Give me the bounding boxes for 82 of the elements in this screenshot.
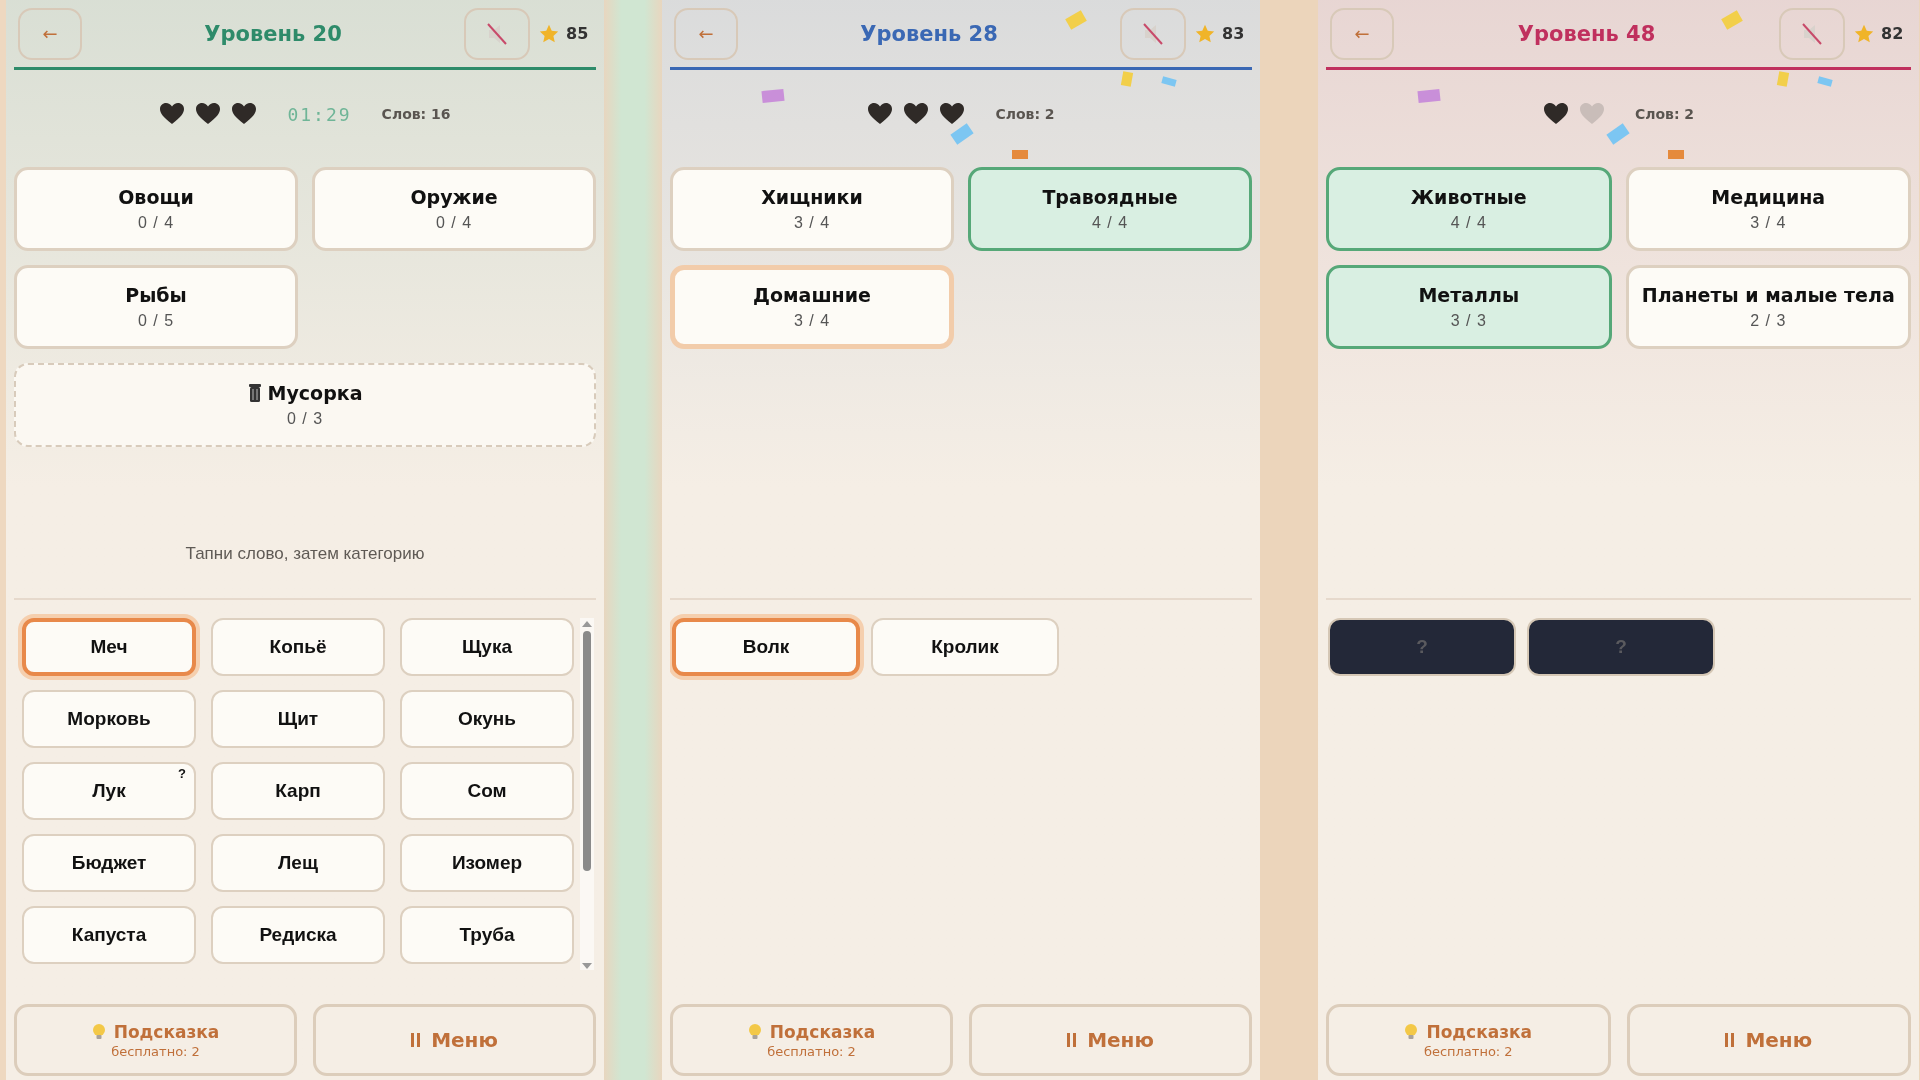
word-tile[interactable]: Капуста xyxy=(22,906,196,964)
trash-can-icon xyxy=(247,383,262,403)
category-progress: 4 / 4 xyxy=(1091,214,1129,232)
word-tile[interactable]: Окунь xyxy=(400,690,574,748)
category-card[interactable]: Домашние 3 / 4 xyxy=(670,265,954,349)
category-card[interactable]: Хищники 3 / 4 xyxy=(670,167,954,251)
word-tile[interactable]: Морковь xyxy=(22,690,196,748)
word-tile[interactable]: Лук ? xyxy=(22,762,196,820)
category-title: Овощи xyxy=(118,186,194,208)
category-progress: 3 / 4 xyxy=(1750,214,1787,232)
category-card[interactable]: Животные 4 / 4 xyxy=(1326,167,1612,251)
word-tile[interactable]: Кролик xyxy=(871,618,1059,676)
hint-label: Подсказка xyxy=(769,1021,876,1042)
category-title: Домашние xyxy=(753,284,871,306)
category-progress: 0 / 5 xyxy=(137,312,175,330)
pause-icon xyxy=(411,1032,422,1048)
category-progress: 0 / 4 xyxy=(137,214,175,232)
hint-remaining: бесплатно: 2 xyxy=(767,1043,856,1059)
light-bulb-icon xyxy=(747,1022,762,1041)
word-tile[interactable]: Карп xyxy=(211,762,385,820)
category-progress: 4 / 4 xyxy=(1450,214,1487,232)
category-card[interactable]: Оружие 0 / 4 xyxy=(312,167,596,251)
word-tile[interactable]: Труба xyxy=(400,906,574,964)
category-progress: 0 / 4 xyxy=(435,214,473,232)
pause-icon xyxy=(1725,1032,1736,1048)
category-card[interactable]: Травоядные 4 / 4 xyxy=(968,167,1252,251)
category-title: Мусорка xyxy=(267,382,363,404)
star-count: 85 xyxy=(566,24,589,43)
star-count: 82 xyxy=(1881,24,1904,43)
word-tile[interactable]: Бюджет xyxy=(22,834,196,892)
timer: 01:29 xyxy=(287,103,352,125)
sound-button[interactable] xyxy=(1120,7,1186,60)
hint-label: Подсказка xyxy=(113,1021,220,1042)
category-title: Оружие xyxy=(410,186,498,208)
category-card[interactable]: Планеты и малые тела 2 / 3 xyxy=(1625,265,1911,349)
category-title: Животные xyxy=(1410,186,1527,208)
category-progress: 3 / 4 xyxy=(793,312,831,330)
menu-label: Меню xyxy=(431,1028,498,1052)
hint-mark: ? xyxy=(178,766,186,781)
category-card[interactable]: Овощи 0 / 4 xyxy=(14,167,298,251)
category-title: Металлы xyxy=(1418,284,1520,306)
category-title: Медицина xyxy=(1711,186,1826,208)
category-progress: 3 / 4 xyxy=(793,214,831,232)
word-count: Слов: 2 xyxy=(1634,106,1695,122)
category-progress: 3 / 3 xyxy=(1450,312,1487,330)
word-count: Слов: 2 xyxy=(995,106,1055,122)
word-tile[interactable]: Изомер xyxy=(400,834,574,892)
word-tile[interactable]: Щука xyxy=(400,618,574,676)
instruction-text: Тапни слово, затем категорию xyxy=(185,544,425,564)
trash-category-card[interactable]: Мусорка 0 / 3 xyxy=(14,363,596,447)
menu-label: Меню xyxy=(1745,1028,1813,1052)
category-card[interactable]: Металлы 3 / 3 xyxy=(1326,265,1612,349)
word-tile[interactable]: Лещ xyxy=(211,834,385,892)
level-title: Уровень 48 xyxy=(1516,21,1657,46)
pause-icon xyxy=(1067,1032,1078,1048)
star-count: 83 xyxy=(1222,24,1245,43)
category-title: Рыбы xyxy=(125,284,187,306)
menu-label: Меню xyxy=(1087,1028,1154,1052)
level-title: Уровень 20 xyxy=(203,21,343,46)
light-bulb-icon xyxy=(91,1022,106,1041)
sound-button[interactable] xyxy=(1779,7,1845,60)
light-bulb-icon xyxy=(1404,1022,1419,1041)
scroll-down-icon[interactable] xyxy=(581,962,593,970)
hint-remaining: бесплатно: 2 xyxy=(111,1043,200,1059)
category-card[interactable]: Рыбы 0 / 5 xyxy=(14,265,298,349)
category-progress: 0 / 3 xyxy=(286,410,324,428)
hint-label: Подсказка xyxy=(1426,1021,1533,1042)
word-tile[interactable]: Сом xyxy=(400,762,574,820)
category-progress: 2 / 3 xyxy=(1750,312,1787,330)
word-tile[interactable]: Редиска xyxy=(211,906,385,964)
category-title: Хищники xyxy=(761,186,863,208)
scroll-up-icon[interactable] xyxy=(581,620,593,628)
level-title: Уровень 28 xyxy=(859,21,999,46)
hint-remaining: бесплатно: 2 xyxy=(1423,1043,1513,1059)
word-tile[interactable]: Копьё xyxy=(211,618,385,676)
category-title: Планеты и малые тела xyxy=(1641,284,1895,306)
sound-button[interactable] xyxy=(464,7,530,60)
word-tile[interactable]: Щит xyxy=(211,690,385,748)
scrollbar[interactable] xyxy=(580,618,594,970)
word-count: Слов: 16 xyxy=(381,106,451,122)
category-title: Травоядные xyxy=(1042,186,1178,208)
category-card[interactable]: Медицина 3 / 4 xyxy=(1625,167,1911,251)
